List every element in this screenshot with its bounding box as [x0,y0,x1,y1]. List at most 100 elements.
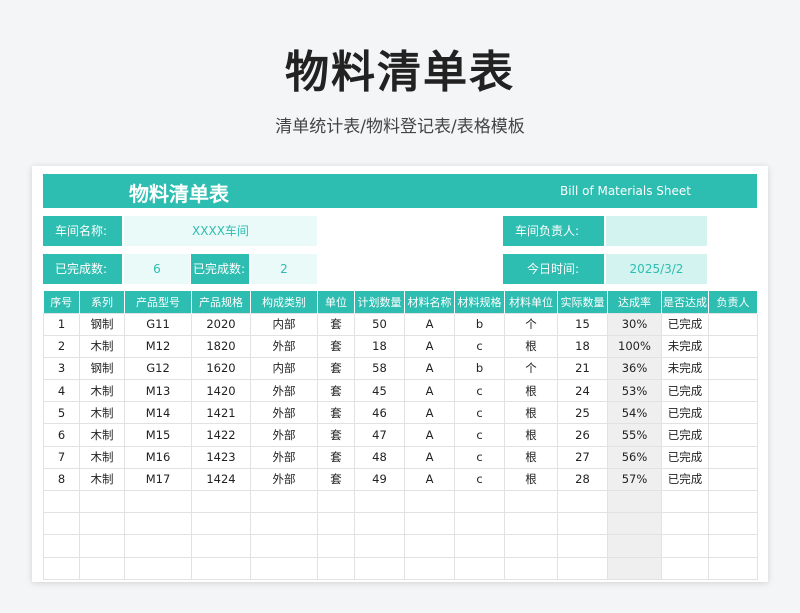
date-value-cell[interactable]: 2025/3/2 [606,254,707,284]
empty-table-cell[interactable] [79,556,125,580]
empty-table-cell[interactable] [708,556,758,580]
empty-table-cell[interactable] [317,489,355,514]
column-header[interactable]: 是否达成 [661,291,709,313]
table-cell[interactable]: 28 [557,467,608,492]
table-cell[interactable]: 55% [607,423,662,447]
table-cell[interactable]: 8 [43,467,80,492]
column-header[interactable]: 系列 [79,291,125,313]
empty-table-cell[interactable] [354,534,405,558]
empty-table-cell[interactable] [354,512,405,536]
table-cell[interactable]: c [454,334,505,358]
table-cell[interactable]: 27 [557,445,608,469]
empty-table-cell[interactable] [79,489,125,514]
table-cell[interactable]: 3 [43,356,80,381]
table-cell[interactable]: b [454,356,505,381]
empty-table-cell[interactable] [404,534,455,558]
table-cell[interactable]: 4 [43,379,80,403]
empty-table-cell[interactable] [250,556,318,580]
empty-table-cell[interactable] [191,489,251,514]
done-count-value-1[interactable]: 6 [124,254,190,284]
table-cell[interactable] [708,467,758,492]
table-cell[interactable]: 套 [317,356,355,381]
table-cell[interactable]: A [404,423,455,447]
empty-table-cell[interactable] [191,512,251,536]
empty-table-cell[interactable] [661,556,709,580]
empty-table-cell[interactable] [607,512,662,536]
empty-table-cell[interactable] [124,534,192,558]
table-cell[interactable] [708,356,758,381]
empty-table-cell[interactable] [661,512,709,536]
done-count-value-2[interactable]: 2 [251,254,317,284]
empty-table-cell[interactable] [708,489,758,514]
table-cell[interactable]: c [454,445,505,469]
table-cell[interactable]: A [404,356,455,381]
column-header[interactable]: 产品型号 [124,291,192,313]
table-cell[interactable]: 18 [557,334,608,358]
table-cell[interactable]: 7 [43,445,80,469]
empty-table-cell[interactable] [607,489,662,514]
empty-table-cell[interactable] [454,556,505,580]
empty-table-cell[interactable] [454,534,505,558]
table-cell[interactable] [708,401,758,425]
table-cell[interactable]: 个 [504,356,558,381]
table-cell[interactable]: 根 [504,401,558,425]
table-cell[interactable]: 25 [557,401,608,425]
table-cell[interactable]: 根 [504,467,558,492]
empty-table-cell[interactable] [607,556,662,580]
table-cell[interactable]: 已完成 [661,401,709,425]
table-cell[interactable]: c [454,379,505,403]
column-header[interactable]: 单位 [317,291,355,313]
table-cell[interactable]: b [454,312,505,336]
column-header[interactable]: 构成类别 [250,291,318,313]
empty-table-cell[interactable] [250,512,318,536]
workshop-value-cell[interactable]: XXXX车间 [124,216,317,246]
table-cell[interactable]: 48 [354,445,405,469]
empty-table-cell[interactable] [354,556,405,580]
table-cell[interactable]: 45 [354,379,405,403]
table-cell[interactable]: 5 [43,401,80,425]
column-header[interactable]: 序号 [43,291,80,313]
table-cell[interactable]: 1420 [191,379,251,403]
table-cell[interactable]: M15 [124,423,192,447]
empty-table-cell[interactable] [250,489,318,514]
empty-table-cell[interactable] [708,534,758,558]
table-cell[interactable]: 已完成 [661,445,709,469]
table-cell[interactable]: 外部 [250,334,318,358]
table-cell[interactable]: 套 [317,334,355,358]
table-cell[interactable]: 根 [504,445,558,469]
empty-table-cell[interactable] [661,489,709,514]
table-cell[interactable]: 36% [607,356,662,381]
table-cell[interactable]: 1423 [191,445,251,469]
table-cell[interactable]: 套 [317,445,355,469]
empty-table-cell[interactable] [661,534,709,558]
table-cell[interactable]: M14 [124,401,192,425]
table-cell[interactable]: M13 [124,379,192,403]
table-cell[interactable]: 已完成 [661,423,709,447]
table-cell[interactable]: G12 [124,356,192,381]
empty-table-cell[interactable] [191,534,251,558]
empty-table-cell[interactable] [404,489,455,514]
table-cell[interactable]: 47 [354,423,405,447]
table-cell[interactable]: 钢制 [79,356,125,381]
table-cell[interactable] [708,445,758,469]
empty-table-cell[interactable] [404,556,455,580]
column-header[interactable]: 材料单位 [504,291,558,313]
table-cell[interactable]: 56% [607,445,662,469]
table-cell[interactable]: A [404,445,455,469]
empty-table-cell[interactable] [250,534,318,558]
table-cell[interactable]: 内部 [250,356,318,381]
table-cell[interactable]: 18 [354,334,405,358]
table-cell[interactable]: 100% [607,334,662,358]
empty-table-cell[interactable] [557,489,608,514]
table-cell[interactable]: 套 [317,401,355,425]
table-cell[interactable] [708,312,758,336]
empty-table-cell[interactable] [317,534,355,558]
table-cell[interactable]: 套 [317,379,355,403]
empty-table-cell[interactable] [504,512,558,536]
empty-table-cell[interactable] [43,512,80,536]
empty-table-cell[interactable] [354,489,405,514]
table-cell[interactable]: 2020 [191,312,251,336]
empty-table-cell[interactable] [43,556,80,580]
empty-table-cell[interactable] [708,512,758,536]
table-cell[interactable]: 1820 [191,334,251,358]
